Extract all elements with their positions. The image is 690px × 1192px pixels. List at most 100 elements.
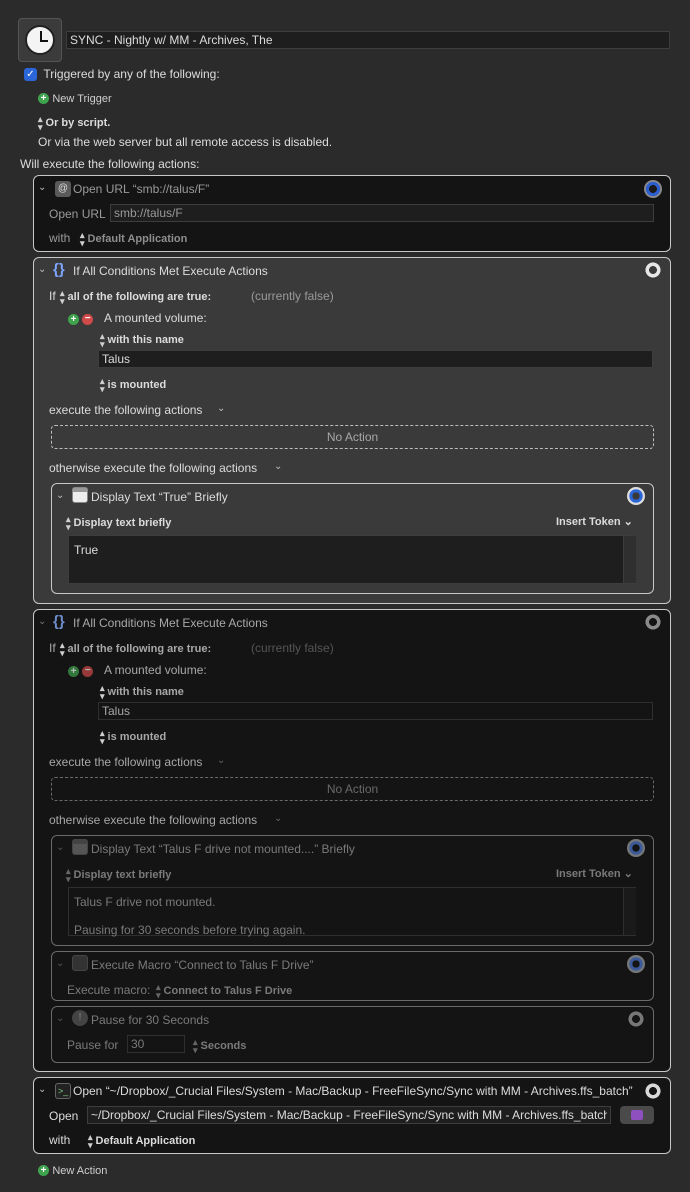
action-title: Open URL “smb://talus/F” bbox=[73, 182, 210, 196]
action-display-text-true[interactable]: ⌄ Display Text “True” Briefly ▴ ▾ Display … bbox=[51, 483, 654, 594]
action-if-conditions-1[interactable]: ⌄ {} If All Conditions Met Execute Actio… bbox=[33, 257, 671, 604]
macro-popup[interactable]: ▴ ▾ Connect to Talus F Drive bbox=[156, 982, 292, 1000]
action-pause[interactable]: ⌄ ! Pause for 30 Seconds Pause for ▴▾Sec… bbox=[51, 1006, 654, 1063]
execute-macro-label: Execute macro: bbox=[67, 983, 151, 997]
url-input[interactable] bbox=[110, 204, 654, 222]
or-by-script-popup[interactable]: ▴ ▾ Or by script. bbox=[38, 114, 110, 132]
add-condition-button[interactable]: + bbox=[68, 314, 79, 326]
no-action-dropzone[interactable]: No Action bbox=[51, 777, 654, 801]
action-title: If All Conditions Met Execute Actions bbox=[73, 264, 268, 278]
scrollbar[interactable] bbox=[623, 888, 636, 935]
braces-icon: {} bbox=[53, 613, 65, 630]
all-of-popup[interactable]: ▴ ▾ all of the following are true: bbox=[60, 640, 211, 658]
updown-icon: ▴ ▾ bbox=[60, 288, 65, 306]
chevron-down-icon[interactable]: ⌄ bbox=[274, 813, 282, 824]
chevron-down-icon[interactable]: ⌄ bbox=[217, 403, 225, 414]
condition-label: A mounted volume: bbox=[104, 663, 207, 677]
action-open-file[interactable]: ⌄ >_ Open “~/Dropbox/_Crucial Files/Syst… bbox=[33, 1077, 671, 1154]
chevron-down-icon[interactable]: ⌄ bbox=[56, 958, 64, 969]
gear-icon[interactable] bbox=[627, 839, 645, 857]
remove-condition-button[interactable]: − bbox=[82, 666, 94, 678]
chevron-down-icon[interactable]: ⌄ bbox=[56, 490, 64, 501]
updown-icon: ▴ ▾ bbox=[60, 640, 65, 658]
with-name-popup[interactable]: ▴ ▾ with this name bbox=[100, 332, 184, 349]
gear-icon[interactable] bbox=[644, 613, 662, 631]
updown-icon: ▴ ▾ bbox=[66, 514, 71, 532]
chevron-down-icon[interactable]: ⌄ bbox=[56, 842, 64, 853]
chevron-down-icon[interactable]: ⌄ bbox=[38, 616, 46, 627]
volume-name-input[interactable] bbox=[98, 350, 653, 368]
macro-list-icon bbox=[72, 955, 88, 971]
execute-label: execute the following actions bbox=[49, 755, 203, 769]
updown-icon: ▴ ▾ bbox=[38, 114, 43, 132]
updown-icon: ▴ ▾ bbox=[156, 982, 161, 1000]
folder-icon bbox=[631, 1110, 643, 1120]
no-action-dropzone[interactable]: No Action bbox=[51, 425, 654, 449]
open-label: Open bbox=[49, 1109, 79, 1123]
action-execute-macro[interactable]: ⌄ Execute Macro “Connect to Talus F Driv… bbox=[51, 951, 654, 1001]
gear-icon[interactable] bbox=[644, 261, 662, 279]
app-popup[interactable]: ▴ ▾ Default Application bbox=[88, 1132, 195, 1150]
condition-controls: + − bbox=[68, 664, 94, 678]
app-popup[interactable]: ▴ ▾ Default Application bbox=[80, 230, 187, 248]
open-url-label: Open URL bbox=[49, 207, 106, 221]
display-mode-popup[interactable]: ▴ ▾ Display text briefly bbox=[66, 866, 171, 884]
remove-condition-button[interactable]: − bbox=[82, 314, 94, 326]
status-text: (currently false) bbox=[251, 641, 334, 655]
updown-icon: ▴ ▾ bbox=[100, 376, 105, 394]
insert-token-menu[interactable]: Insert Token ⌄ bbox=[556, 515, 633, 528]
action-title: Display Text “True” Briefly bbox=[91, 490, 228, 504]
updown-icon: ▴ ▾ bbox=[100, 728, 105, 746]
insert-token-menu[interactable]: Insert Token ⌄ bbox=[556, 867, 633, 880]
action-if-conditions-2[interactable]: ⌄ {} If All Conditions Met Execute Actio… bbox=[33, 609, 671, 1072]
window-icon bbox=[72, 487, 88, 503]
new-trigger-label: New Trigger bbox=[52, 93, 112, 105]
action-title: If All Conditions Met Execute Actions bbox=[73, 616, 268, 630]
add-condition-button[interactable]: + bbox=[68, 666, 79, 678]
updown-icon: ▴ ▾ bbox=[193, 1037, 198, 1055]
scrollbar[interactable] bbox=[623, 536, 636, 583]
volume-name-input[interactable] bbox=[98, 702, 653, 720]
pause-label: Pause for bbox=[67, 1038, 119, 1052]
display-text-area[interactable]: True bbox=[68, 535, 636, 584]
braces-icon: {} bbox=[53, 261, 65, 278]
updown-icon: ▴ ▾ bbox=[88, 1132, 93, 1150]
triggered-checkbox[interactable]: ✓ bbox=[24, 68, 37, 82]
updown-icon: ▴ ▾ bbox=[80, 230, 85, 248]
window-icon bbox=[72, 839, 88, 855]
chevron-down-icon[interactable]: ⌄ bbox=[56, 1013, 64, 1024]
macro-name-input[interactable] bbox=[66, 31, 670, 49]
gear-icon[interactable] bbox=[627, 955, 645, 973]
is-mounted-popup[interactable]: ▴ ▾ is mounted bbox=[100, 728, 166, 746]
gear-icon[interactable] bbox=[644, 1082, 662, 1100]
chevron-down-icon[interactable]: ⌄ bbox=[38, 1084, 46, 1095]
pause-icon: ! bbox=[72, 1010, 88, 1026]
updown-icon: ▴ ▾ bbox=[66, 866, 71, 884]
gear-icon[interactable] bbox=[627, 1010, 645, 1028]
new-action-button[interactable]: + New Action bbox=[38, 1163, 107, 1177]
pause-duration-input[interactable] bbox=[127, 1035, 185, 1053]
text-line-2: Pausing for 30 seconds before trying aga… bbox=[74, 923, 306, 937]
gear-icon[interactable] bbox=[644, 180, 662, 198]
action-open-url[interactable]: ⌄ @ Open URL “smb://talus/F” Open URL wi… bbox=[33, 175, 671, 252]
choose-file-button[interactable] bbox=[620, 1106, 654, 1124]
file-path-input[interactable] bbox=[87, 1106, 611, 1124]
with-name-popup[interactable]: ▴ ▾ with this name bbox=[100, 684, 184, 701]
gear-icon[interactable] bbox=[627, 487, 645, 505]
otherwise-label: otherwise execute the following actions bbox=[49, 813, 258, 827]
is-mounted-popup[interactable]: ▴ ▾ is mounted bbox=[100, 376, 166, 394]
action-display-text-not-mounted[interactable]: ⌄ Display Text “Talus F drive not mounte… bbox=[51, 835, 654, 946]
all-of-popup[interactable]: ▴ ▾ all of the following are true: bbox=[60, 288, 211, 306]
trigger-label: Triggered by any of the following: bbox=[43, 67, 220, 81]
unit-popup[interactable]: ▴ ▾ Seconds bbox=[193, 1037, 246, 1055]
chevron-down-icon[interactable]: ⌄ bbox=[38, 264, 46, 275]
chevron-down-icon[interactable]: ⌄ bbox=[217, 755, 225, 766]
new-trigger-button[interactable]: + New Trigger bbox=[38, 91, 112, 105]
display-mode-popup[interactable]: ▴ ▾ Display text briefly bbox=[66, 514, 171, 532]
macro-icon[interactable] bbox=[18, 18, 62, 62]
chevron-down-icon[interactable]: ⌄ bbox=[38, 182, 46, 193]
display-text-area[interactable]: Talus F drive not mounted. Pausing for 3… bbox=[68, 887, 636, 937]
chevron-down-icon[interactable]: ⌄ bbox=[274, 461, 282, 472]
condition-controls: + − bbox=[68, 312, 94, 326]
action-title: Display Text “Talus F drive not mounted.… bbox=[91, 842, 355, 856]
